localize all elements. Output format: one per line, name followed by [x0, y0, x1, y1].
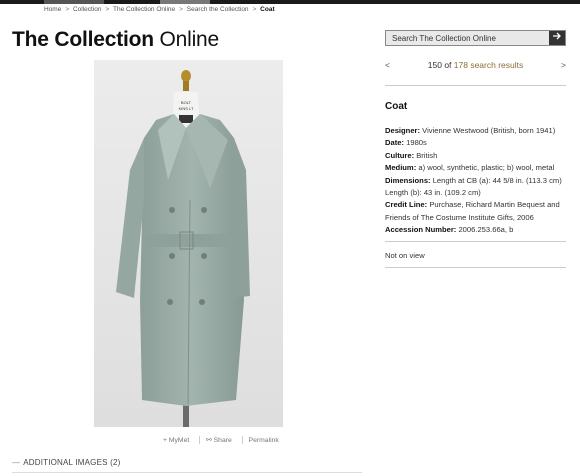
divider: [385, 241, 566, 242]
object-details: Designer: Vivienne Westwood (British, bo…: [385, 125, 567, 237]
object-title: Coat: [385, 101, 408, 112]
page-title-bold: The Collection: [12, 28, 154, 51]
result-of: of: [444, 60, 452, 70]
divider: [385, 267, 566, 268]
arrow-right-icon: [553, 32, 561, 40]
share-button[interactable]: ⚯ Share: [206, 436, 232, 444]
share-label: Share: [213, 437, 232, 444]
page-title: The Collection Online: [12, 28, 219, 52]
share-icon: ⚯: [206, 437, 212, 444]
detail-dimensions: Dimensions: Length at CB (a): 44 5/8 in.…: [385, 175, 562, 198]
page-title-light: Online: [159, 28, 220, 51]
breadcrumb-search[interactable]: Search the Collection: [187, 6, 249, 13]
search-box: [385, 30, 566, 46]
top-nav-segment[interactable]: [160, 0, 210, 4]
detail-accession-number: Accession Number: 2006.253.66a, b: [385, 225, 514, 235]
permalink-button[interactable]: Permalink: [249, 437, 279, 444]
breadcrumb-home[interactable]: Home: [44, 6, 61, 13]
additional-images-toggle[interactable]: — ADDITIONAL IMAGES (2): [12, 458, 120, 467]
breadcrumb-collection-online[interactable]: The Collection Online: [113, 6, 175, 13]
result-navigation: < 150 of 178 search results >: [385, 60, 566, 74]
top-nav-segment[interactable]: [44, 0, 104, 4]
image-actions: + MyMet ⚯ Share Permalink: [163, 436, 283, 445]
detail-designer: Designer: Vivienne Westwood (British, bo…: [385, 126, 556, 135]
divider: [241, 436, 243, 445]
divider: [199, 436, 201, 445]
detail-culture: Culture: British: [385, 150, 438, 160]
detail-medium: Medium: a) wool, synthetic, plastic; b) …: [385, 163, 555, 173]
search-button[interactable]: [549, 31, 565, 45]
result-position: 150: [427, 60, 442, 70]
object-image[interactable]: BOLT KINS LT: [94, 60, 283, 427]
svg-text:BOLT: BOLT: [181, 100, 192, 105]
divider: [385, 85, 566, 86]
divider: [12, 472, 362, 473]
search-results-link[interactable]: 178 search results: [454, 60, 523, 70]
additional-images-label: ADDITIONAL IMAGES (2): [23, 458, 121, 467]
top-nav-bar: [0, 0, 580, 4]
next-result-button[interactable]: >: [561, 60, 566, 70]
detail-date: Date: 1980s: [385, 138, 427, 148]
mymet-button[interactable]: + MyMet: [163, 437, 189, 444]
on-view-status: Not on view: [385, 251, 425, 260]
breadcrumb-collection[interactable]: Collection: [73, 6, 102, 13]
breadcrumb: Home > Collection > The Collection Online >…: [44, 6, 275, 13]
svg-text:KINS LT: KINS LT: [179, 106, 194, 111]
collapse-icon: —: [12, 458, 21, 467]
coat-illustration: BOLT KINS LT: [94, 60, 283, 427]
search-input[interactable]: [386, 31, 549, 45]
result-count: 150 of 178 search results: [385, 60, 566, 70]
detail-credit-line: Credit Line: Purchase, Richard Martin Be…: [385, 200, 560, 222]
breadcrumb-current: Coat: [260, 6, 275, 13]
